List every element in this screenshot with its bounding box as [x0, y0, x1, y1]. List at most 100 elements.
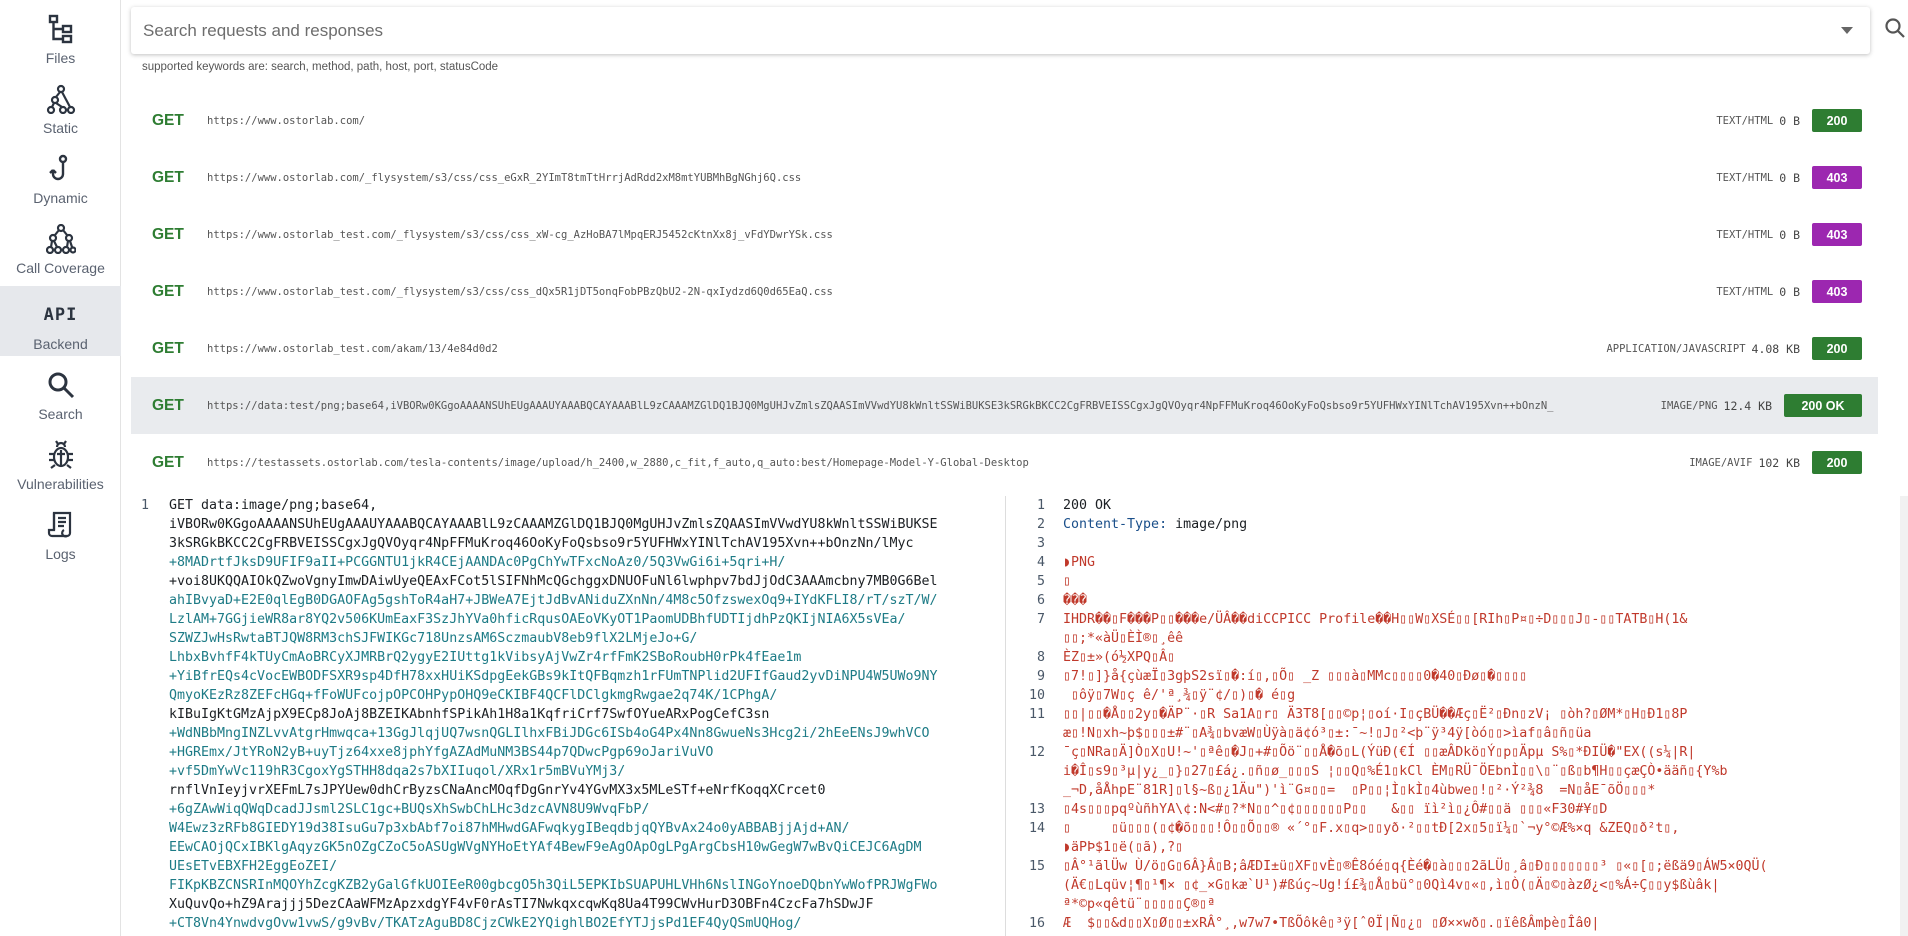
request-meta: TEXT/HTML 0 B 403	[1716, 206, 1878, 263]
code-line: W4Ewz3zRFb8GIEDY19d38IsuGu7p3xbAbf7oi87h…	[121, 819, 1005, 838]
code-line: 9 ▯7!▯]}å{çùæÏ▯3gþS2sï▯�:í▯,▯Õ▯ _Z ▯▯▯à▯M…	[1021, 667, 1908, 686]
files-icon	[44, 12, 78, 46]
line-text: IHDR��▯F���P▯▯���e/ÜÂ��diCCPICC Profile�…	[1063, 612, 1688, 627]
request-size: 12.4 KB	[1723, 398, 1772, 413]
code-line: 16 Æ $▯▯&d▯▯X▯Ø▯▯±xRÂ°¸,w7w7•TßÕôkê▯³ÿ[ˆ0…	[1021, 914, 1908, 933]
sidebar-item-static[interactable]: Static	[0, 70, 121, 140]
request-row[interactable]: GET https://www.ostorlab.com/ TEXT/HTML …	[131, 92, 1878, 149]
code-line: +6gZAwWiqQWqDcadJJsml2SLC1gc+BUQsXhSwbCh…	[121, 800, 1005, 819]
request-url: https://www.ostorlab_test.com/_flysystem…	[207, 285, 833, 298]
sidebar-item-dynamic[interactable]: Dynamic	[0, 140, 121, 210]
response-scrollbar[interactable]	[1900, 496, 1908, 936]
sidebar-item-label: Vulnerabilities	[17, 476, 104, 492]
code-line: +vf5DmYwVc119hR3CgoxYgSTHH8dqa2s7bXIIuqo…	[121, 762, 1005, 781]
code-line: i�Î▯s9▯³µ|y¿_▯}▯27▯£á¿.▯ñ▯ø_▯▯▯S ¦▯▯Q▯%É…	[1021, 762, 1908, 781]
line-number: 1	[140, 498, 149, 513]
line-number: 9	[1036, 669, 1045, 684]
line-text	[1063, 534, 1908, 553]
line-number: 10	[1028, 688, 1045, 703]
line-text: W4Ewz3zRFb8GIEDY19d38IsuGu7p3xbAbf7oi87h…	[169, 821, 850, 836]
search-button-icon[interactable]	[1884, 17, 1906, 39]
response-code-lines: 1 200 OK 2 Content-Type: image/png 3 4 ◗PNG 5 ▯ 6…	[1021, 496, 1908, 933]
code-line: rnflVnIeyjvrXEFmL7sJPYUew0dhCrByzsCNaAnc…	[121, 781, 1005, 800]
line-text: ◗äPÞ$1▯ë(▯ã),?▯	[1063, 840, 1184, 855]
code-line: EEwCAOjQCxIBKlgAqyzGK5nOZgCZoC5oASUgWVgN…	[121, 838, 1005, 857]
code-line: 13 ▯4s▯▯▯pqºùñhYA\¢:N<#▯?*N▯▯^▯¢▯▯▯▯▯▯P▯▯…	[1021, 800, 1908, 819]
line-number: 11	[1028, 707, 1045, 722]
request-content-type: TEXT/HTML	[1716, 114, 1774, 127]
sidebar-item-call-coverage[interactable]: Call Coverage	[0, 210, 121, 280]
code-line: UEsETvEBXFH2EggEoZEI/	[121, 857, 1005, 876]
code-line: +WdNBbMngINZLvvAtgrHmwqca+13GgJlqjUQ7wsn…	[121, 724, 1005, 743]
request-row[interactable]: GET https://testassets.ostorlab.com/tesl…	[131, 434, 1878, 491]
request-content-type: IMAGE/PNG	[1660, 399, 1718, 412]
code-line: XuQuvQo+hZ9Arajjj5DezCAaWFMzApzxdgYF4vF0…	[121, 895, 1005, 914]
sidebar-item-files[interactable]: Files	[0, 0, 121, 70]
request-size: 0 B	[1779, 113, 1800, 128]
line-text: +YiBfrEQs4cVocEWBODFSXR9sp4DfH78xxHUiKSd…	[169, 669, 938, 684]
line-text: ▯4s▯▯▯pqºùñhYA\¢:N<#▯?*N▯▯^▯¢▯▯▯▯▯▯P▯▯ &…	[1063, 802, 1608, 817]
code-line: 10 ▯ôÿ▯7W▯ç ê/'ª¸¾▯ÿ¨¢/▯)▯� é▯g	[1021, 686, 1908, 705]
line-text: _¬D,åÅhpE¨81R]▯l§~ß▯¿1Äu")'ì¨G¤▯▯= ▯P▯▯¦…	[1063, 783, 1656, 798]
header-value: image/png	[1167, 517, 1248, 532]
request-url: https://www.ostorlab_test.com/_flysystem…	[207, 228, 833, 241]
line-number	[121, 667, 169, 686]
code-line: +YiBfrEQs4cVocEWBODFSXR9sp4DfH78xxHUiKSd…	[121, 667, 1005, 686]
line-number	[121, 895, 169, 914]
request-method: GET	[152, 225, 184, 243]
code-line: +HGREmx/JtYRoN2yB+uyTjz64xxe8jphYfgAZAdM…	[121, 743, 1005, 762]
sidebar-item-backend[interactable]: API Backend	[0, 286, 121, 356]
line-text: ▯ ▯ü▯▯▯(▯¢�õ▯▯▯!Ô▯▯Õ▯▯® «´°▯F.x▯q>▯▯yð·²…	[1063, 821, 1680, 836]
request-row[interactable]: GET https://www.ostorlab.com/_flysystem/…	[131, 149, 1878, 206]
line-number: 15	[1028, 859, 1045, 874]
request-content-type: TEXT/HTML	[1716, 285, 1774, 298]
line-text: ▯▯;*«àÜ▯ÈÌ®▯¸êê	[1063, 631, 1184, 646]
request-meta: TEXT/HTML 0 B 200	[1716, 92, 1878, 149]
request-row[interactable]: GET https://www.ostorlab_test.com/_flysy…	[131, 263, 1878, 320]
request-content-type: TEXT/HTML	[1716, 171, 1774, 184]
line-number	[121, 648, 169, 667]
sidebar-item-logs[interactable]: Logs	[0, 496, 121, 566]
line-text: SZWZJwHsRwtaBTJQW8RM3chSJFWIKGc718UnzsAM…	[169, 631, 698, 646]
request-row-selected[interactable]: GET https://data:test/png;base64,iVBORw0…	[131, 377, 1878, 434]
line-number	[1021, 781, 1063, 800]
line-text: XuQuvQo+hZ9Arajjj5DezCAaWFMzApzxdgYF4vF0…	[169, 897, 874, 912]
line-text: ¯ç▯NRa▯Ä]Ò▯X▯U!~'▯ªê▯�J▯+#▯Õö¨▯▯Å�õ▯L(Ýü…	[1063, 745, 1696, 760]
sidebar-item-search[interactable]: Search	[0, 356, 121, 426]
search-icon	[44, 368, 78, 402]
call-coverage-tree-icon	[44, 222, 78, 256]
code-line: ª*©p«qêtü¨▯▯▯▯▯Ç®▯ª	[1021, 895, 1908, 914]
request-size: 0 B	[1779, 170, 1800, 185]
line-number	[121, 743, 169, 762]
line-text: 200 OK	[1063, 498, 1112, 513]
line-number: 2	[1036, 517, 1045, 532]
line-number: 13	[1028, 802, 1045, 817]
sidebar-item-vulnerabilities[interactable]: Vulnerabilities	[0, 426, 121, 496]
request-row[interactable]: GET https://www.ostorlab_test.com/akam/1…	[131, 320, 1878, 377]
request-row[interactable]: GET https://www.ostorlab_test.com/_flysy…	[131, 206, 1878, 263]
sidebar-item-label: Dynamic	[33, 190, 88, 206]
code-line: 3kSRGkBKCC2CgFRBVEISSCgxJgQVOyqr4NpFFMuK…	[121, 534, 1005, 553]
sidebar-item-label: Static	[42, 120, 78, 136]
line-text: +6gZAwWiqQWqDcadJJsml2SLC1gc+BUQsXhSwbCh…	[169, 802, 650, 817]
request-url: https://www.ostorlab.com/	[207, 114, 366, 127]
request-content-type: APPLICATION/JAVASCRIPT	[1606, 342, 1746, 355]
line-number: 16	[1028, 916, 1045, 931]
search-hint: supported keywords are: search, method, …	[142, 61, 499, 73]
request-size: 4.08 KB	[1751, 341, 1800, 356]
line-number	[1021, 895, 1063, 914]
code-line: (Ä€▯Lqüv¦¶▯¹¶× ▯¢_×G▯kæ`U¹)#ßúç~Ug!í£¾▯Å…	[1021, 876, 1908, 895]
api-icon-text: API	[43, 305, 78, 325]
dropdown-caret-icon[interactable]	[1832, 16, 1862, 46]
line-number: 1	[1036, 498, 1045, 513]
response-detail-pane[interactable]: 1 200 OK 2 Content-Type: image/png 3 4 ◗PNG 5 ▯ 6…	[1021, 496, 1908, 936]
line-number	[121, 553, 169, 572]
search-input[interactable]	[143, 20, 1832, 41]
app-window: Files Static Dynamic Call Coverage API B…	[0, 0, 1908, 936]
code-line: _¬D,åÅhpE¨81R]▯l§~ß▯¿1Äu")'ì¨G¤▯▯= ▯P▯▯¦…	[1021, 781, 1908, 800]
sidebar-item-label: Logs	[45, 546, 76, 562]
line-text: +8MADrtfJksD9UFIF9aII+PCGGNTU1jkR4CEjAAN…	[169, 555, 786, 570]
line-text: LzlAM+7GGjieWR8ar8YQ2v506KUmEaxF3SzJhYVa…	[169, 612, 906, 627]
request-method: GET	[152, 111, 184, 129]
request-detail-pane[interactable]: 1 GET data:image/png;base64, iVBORw0KGgoAA…	[121, 496, 1006, 936]
